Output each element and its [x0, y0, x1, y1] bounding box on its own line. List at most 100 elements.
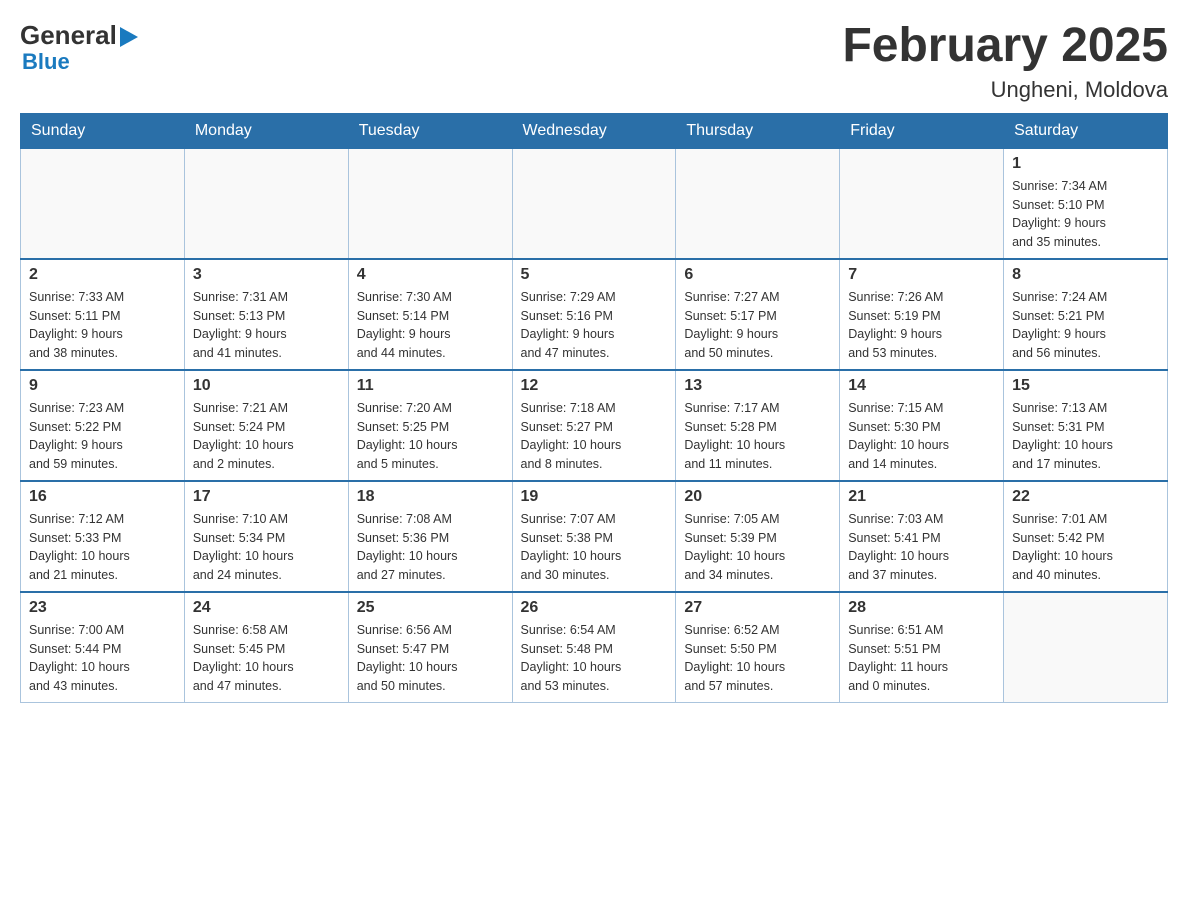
day-info: Sunrise: 7:27 AMSunset: 5:17 PMDaylight:…	[684, 288, 831, 363]
calendar-cell-w2-d6: 7 Sunrise: 7:26 AMSunset: 5:19 PMDaylight…	[840, 259, 1004, 370]
calendar-cell-w4-d1: 16 Sunrise: 7:12 AMSunset: 5:33 PMDayligh…	[21, 481, 185, 592]
calendar-cell-w2-d5: 6 Sunrise: 7:27 AMSunset: 5:17 PMDaylight…	[676, 259, 840, 370]
day-info: Sunrise: 6:51 AMSunset: 5:51 PMDaylight:…	[848, 621, 995, 696]
day-number: 22	[1012, 488, 1159, 506]
day-info: Sunrise: 7:21 AMSunset: 5:24 PMDaylight:…	[193, 399, 340, 474]
calendar-cell-w3-d4: 12 Sunrise: 7:18 AMSunset: 5:27 PMDayligh…	[512, 370, 676, 481]
calendar-header-row: Sunday Monday Tuesday Wednesday Thursday…	[21, 113, 1168, 148]
calendar-cell-w5-d5: 27 Sunrise: 6:52 AMSunset: 5:50 PMDayligh…	[676, 592, 840, 703]
calendar-cell-w4-d7: 22 Sunrise: 7:01 AMSunset: 5:42 PMDayligh…	[1004, 481, 1168, 592]
calendar-week-3: 9 Sunrise: 7:23 AMSunset: 5:22 PMDaylight…	[21, 370, 1168, 481]
logo-line1: General	[20, 20, 138, 51]
day-number: 12	[521, 377, 668, 395]
calendar-cell-w3-d3: 11 Sunrise: 7:20 AMSunset: 5:25 PMDayligh…	[348, 370, 512, 481]
day-number: 26	[521, 599, 668, 617]
day-number: 28	[848, 599, 995, 617]
day-number: 17	[193, 488, 340, 506]
day-number: 15	[1012, 377, 1159, 395]
calendar-cell-w1-d1	[21, 148, 185, 259]
logo-arrow-icon	[120, 27, 138, 47]
day-number: 7	[848, 266, 995, 284]
day-number: 24	[193, 599, 340, 617]
day-info: Sunrise: 7:03 AMSunset: 5:41 PMDaylight:…	[848, 510, 995, 585]
calendar-cell-w4-d6: 21 Sunrise: 7:03 AMSunset: 5:41 PMDayligh…	[840, 481, 1004, 592]
logo-blue-text: Blue	[22, 49, 138, 75]
day-info: Sunrise: 7:18 AMSunset: 5:27 PMDaylight:…	[521, 399, 668, 474]
day-info: Sunrise: 7:10 AMSunset: 5:34 PMDaylight:…	[193, 510, 340, 585]
header-sunday: Sunday	[21, 113, 185, 148]
day-info: Sunrise: 6:54 AMSunset: 5:48 PMDaylight:…	[521, 621, 668, 696]
day-info: Sunrise: 7:29 AMSunset: 5:16 PMDaylight:…	[521, 288, 668, 363]
logo-general-text: General	[20, 20, 117, 51]
calendar-subtitle: Ungheni, Moldova	[842, 77, 1168, 103]
day-number: 5	[521, 266, 668, 284]
calendar-cell-w2-d2: 3 Sunrise: 7:31 AMSunset: 5:13 PMDaylight…	[184, 259, 348, 370]
header-wednesday: Wednesday	[512, 113, 676, 148]
day-info: Sunrise: 7:26 AMSunset: 5:19 PMDaylight:…	[848, 288, 995, 363]
day-number: 18	[357, 488, 504, 506]
day-info: Sunrise: 6:58 AMSunset: 5:45 PMDaylight:…	[193, 621, 340, 696]
day-number: 9	[29, 377, 176, 395]
header-saturday: Saturday	[1004, 113, 1168, 148]
day-info: Sunrise: 7:07 AMSunset: 5:38 PMDaylight:…	[521, 510, 668, 585]
day-info: Sunrise: 7:17 AMSunset: 5:28 PMDaylight:…	[684, 399, 831, 474]
day-info: Sunrise: 6:52 AMSunset: 5:50 PMDaylight:…	[684, 621, 831, 696]
calendar-week-5: 23Sunrise: 7:00 AMSunset: 5:44 PMDayligh…	[21, 592, 1168, 703]
calendar-cell-w2-d1: 2 Sunrise: 7:33 AMSunset: 5:11 PMDaylight…	[21, 259, 185, 370]
day-info: Sunrise: 7:12 AMSunset: 5:33 PMDaylight:…	[29, 510, 176, 585]
calendar-table: Sunday Monday Tuesday Wednesday Thursday…	[20, 113, 1168, 703]
calendar-cell-w5-d2: 24 Sunrise: 6:58 AMSunset: 5:45 PMDayligh…	[184, 592, 348, 703]
day-number: 6	[684, 266, 831, 284]
day-number: 10	[193, 377, 340, 395]
header-monday: Monday	[184, 113, 348, 148]
calendar-week-1: 1Sunrise: 7:34 AMSunset: 5:10 PMDaylight…	[21, 148, 1168, 259]
day-number: 11	[357, 377, 504, 395]
day-number: 25	[357, 599, 504, 617]
calendar-cell-w3-d2: 10 Sunrise: 7:21 AMSunset: 5:24 PMDayligh…	[184, 370, 348, 481]
day-number: 19	[521, 488, 668, 506]
calendar-cell-w3-d1: 9 Sunrise: 7:23 AMSunset: 5:22 PMDaylight…	[21, 370, 185, 481]
day-number: 27	[684, 599, 831, 617]
calendar-week-4: 16 Sunrise: 7:12 AMSunset: 5:33 PMDayligh…	[21, 481, 1168, 592]
calendar-cell-w4-d5: 20Sunrise: 7:05 AMSunset: 5:39 PMDayligh…	[676, 481, 840, 592]
day-number: 21	[848, 488, 995, 506]
day-number: 23	[29, 599, 176, 617]
calendar-cell-w3-d5: 13 Sunrise: 7:17 AMSunset: 5:28 PMDayligh…	[676, 370, 840, 481]
day-info: Sunrise: 6:56 AMSunset: 5:47 PMDaylight:…	[357, 621, 504, 696]
calendar-title: February 2025	[842, 20, 1168, 73]
day-info: Sunrise: 7:23 AMSunset: 5:22 PMDaylight:…	[29, 399, 176, 474]
calendar-cell-w1-d5	[676, 148, 840, 259]
calendar-cell-w5-d1: 23Sunrise: 7:00 AMSunset: 5:44 PMDayligh…	[21, 592, 185, 703]
calendar-cell-w2-d3: 4Sunrise: 7:30 AMSunset: 5:14 PMDaylight…	[348, 259, 512, 370]
calendar-cell-w5-d6: 28 Sunrise: 6:51 AMSunset: 5:51 PMDayligh…	[840, 592, 1004, 703]
logo: General Blue	[20, 20, 138, 75]
calendar-cell-w4-d2: 17 Sunrise: 7:10 AMSunset: 5:34 PMDayligh…	[184, 481, 348, 592]
day-info: Sunrise: 7:20 AMSunset: 5:25 PMDaylight:…	[357, 399, 504, 474]
day-number: 3	[193, 266, 340, 284]
day-info: Sunrise: 7:13 AMSunset: 5:31 PMDaylight:…	[1012, 399, 1159, 474]
calendar-cell-w1-d4	[512, 148, 676, 259]
calendar-cell-w1-d2	[184, 148, 348, 259]
calendar-cell-w5-d3: 25 Sunrise: 6:56 AMSunset: 5:47 PMDayligh…	[348, 592, 512, 703]
calendar-cell-w2-d7: 8Sunrise: 7:24 AMSunset: 5:21 PMDaylight…	[1004, 259, 1168, 370]
header-tuesday: Tuesday	[348, 113, 512, 148]
calendar-cell-w2-d4: 5 Sunrise: 7:29 AMSunset: 5:16 PMDaylight…	[512, 259, 676, 370]
calendar-week-2: 2 Sunrise: 7:33 AMSunset: 5:11 PMDaylight…	[21, 259, 1168, 370]
day-info: Sunrise: 7:31 AMSunset: 5:13 PMDaylight:…	[193, 288, 340, 363]
day-number: 2	[29, 266, 176, 284]
calendar-cell-w3-d7: 15 Sunrise: 7:13 AMSunset: 5:31 PMDayligh…	[1004, 370, 1168, 481]
calendar-cell-w1-d7: 1Sunrise: 7:34 AMSunset: 5:10 PMDaylight…	[1004, 148, 1168, 259]
day-info: Sunrise: 7:01 AMSunset: 5:42 PMDaylight:…	[1012, 510, 1159, 585]
calendar-cell-w5-d7	[1004, 592, 1168, 703]
title-section: February 2025 Ungheni, Moldova	[842, 20, 1168, 103]
header-thursday: Thursday	[676, 113, 840, 148]
day-number: 16	[29, 488, 176, 506]
day-number: 20	[684, 488, 831, 506]
day-info: Sunrise: 7:33 AMSunset: 5:11 PMDaylight:…	[29, 288, 176, 363]
calendar-cell-w5-d4: 26 Sunrise: 6:54 AMSunset: 5:48 PMDayligh…	[512, 592, 676, 703]
calendar-cell-w4-d3: 18 Sunrise: 7:08 AMSunset: 5:36 PMDayligh…	[348, 481, 512, 592]
calendar-cell-w3-d6: 14Sunrise: 7:15 AMSunset: 5:30 PMDayligh…	[840, 370, 1004, 481]
day-number: 13	[684, 377, 831, 395]
calendar-cell-w4-d4: 19 Sunrise: 7:07 AMSunset: 5:38 PMDayligh…	[512, 481, 676, 592]
day-info: Sunrise: 7:08 AMSunset: 5:36 PMDaylight:…	[357, 510, 504, 585]
